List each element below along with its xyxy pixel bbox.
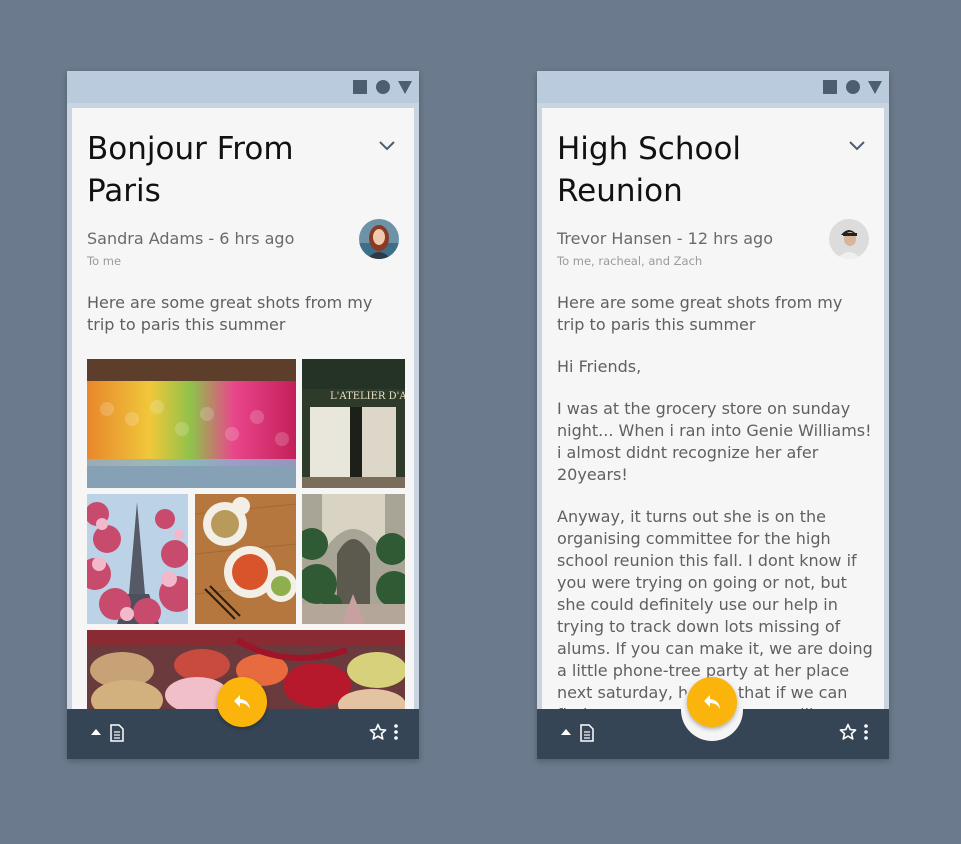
circle-icon xyxy=(846,80,860,94)
email-card: Bonjour From Paris Sandra Adams - 6 hrs … xyxy=(72,108,414,709)
photo-grid: L'ATELIER D'ANTAN xyxy=(87,359,405,709)
eiffel-tower-blossoms-photo[interactable] xyxy=(87,494,188,624)
email-title: High School Reunion xyxy=(557,131,742,209)
status-bar xyxy=(537,71,889,103)
cafe-storefront-photo[interactable]: L'ATELIER D'ANTAN xyxy=(302,359,405,488)
square-icon xyxy=(353,80,367,94)
arcade-garden-photo[interactable] xyxy=(302,494,405,624)
body-paragraph: Here are some great shots from my trip t… xyxy=(557,293,843,334)
triangle-icon xyxy=(398,81,412,94)
avatar[interactable] xyxy=(829,219,869,259)
email-body: Here are some great shots from my trip t… xyxy=(87,292,403,356)
sender-line: Trevor Hansen - 12 hrs ago xyxy=(557,229,773,248)
caret-up-icon[interactable] xyxy=(561,729,571,735)
content-frame: High School Reunion Trevor Hansen - 12 h… xyxy=(537,103,889,709)
body-paragraph: Hi Friends, xyxy=(557,357,642,376)
star-icon[interactable] xyxy=(839,723,857,741)
email-screen-right: High School Reunion Trevor Hansen - 12 h… xyxy=(537,71,889,759)
email-screen-left: Bonjour From Paris Sandra Adams - 6 hrs … xyxy=(67,71,419,759)
more-vert-icon[interactable] xyxy=(394,724,398,740)
body-paragraph: Here are some great shots from my trip t… xyxy=(87,293,373,334)
document-icon[interactable] xyxy=(580,724,594,742)
recipients-line: To me xyxy=(87,254,122,268)
circle-icon xyxy=(376,80,390,94)
storefront-sign: L'ATELIER D'ANTAN xyxy=(330,391,405,402)
chevron-down-icon[interactable] xyxy=(848,140,866,152)
triangle-icon xyxy=(868,81,882,94)
sender-line: Sandra Adams - 6 hrs ago xyxy=(87,229,295,248)
reply-icon xyxy=(704,695,720,709)
food-plates-photo[interactable] xyxy=(195,494,296,624)
macarons-display-photo[interactable] xyxy=(87,359,296,488)
body-paragraph: I was at the grocery store on sunday nig… xyxy=(557,399,872,484)
document-icon[interactable] xyxy=(110,724,124,742)
square-icon xyxy=(823,80,837,94)
recipients-line: To me, racheal, and Zach xyxy=(557,254,703,268)
chevron-down-icon[interactable] xyxy=(378,140,396,152)
reply-icon xyxy=(234,695,250,709)
reply-button[interactable] xyxy=(687,677,737,727)
email-body: Here are some great shots from my trip t… xyxy=(557,292,873,709)
status-bar xyxy=(67,71,419,103)
more-vert-icon[interactable] xyxy=(864,724,868,740)
caret-up-icon[interactable] xyxy=(91,729,101,735)
email-card: High School Reunion Trevor Hansen - 12 h… xyxy=(542,108,884,709)
avatar[interactable] xyxy=(359,219,399,259)
reply-button[interactable] xyxy=(217,677,267,727)
content-frame: Bonjour From Paris Sandra Adams - 6 hrs … xyxy=(67,103,419,709)
star-icon[interactable] xyxy=(369,723,387,741)
email-title: Bonjour From Paris xyxy=(87,131,294,209)
